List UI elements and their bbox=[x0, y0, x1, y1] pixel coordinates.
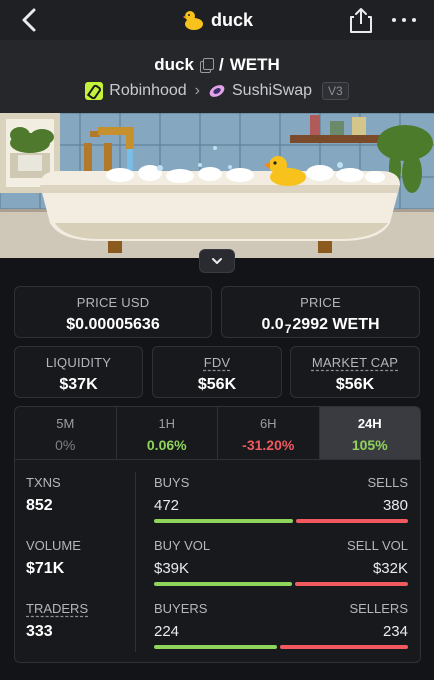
volume-label: VOLUME bbox=[26, 538, 81, 553]
price-native-zero-count: 7 bbox=[284, 322, 292, 336]
quote-token-symbol: WETH bbox=[229, 55, 280, 74]
robinhood-chain-icon bbox=[85, 82, 104, 100]
market-cap-label: MARKET CAP bbox=[311, 355, 399, 370]
token-title: duck bbox=[181, 8, 253, 32]
volume-value: $71K bbox=[26, 560, 65, 577]
buys-value: 472 bbox=[154, 497, 180, 514]
price-usd-label: PRICE USD bbox=[76, 295, 150, 310]
tab-label: 6H bbox=[259, 416, 277, 431]
more-dot bbox=[402, 18, 406, 22]
buys-sells-ratio-bar bbox=[154, 519, 408, 523]
buyers-sellers-row: BUYERS SELLERS 224 234 bbox=[154, 601, 408, 651]
pair-header: duck / WETH Robinhood › SushiSwap V3 bbox=[0, 40, 434, 113]
tab-change: -31.20% bbox=[242, 437, 295, 453]
tab-1h[interactable]: 1H 0.06% bbox=[117, 407, 218, 459]
share-icon bbox=[350, 8, 372, 33]
liquidity-label: LIQUIDITY bbox=[45, 355, 112, 370]
bathtub-duck-illustration bbox=[0, 113, 434, 258]
txns-value: 852 bbox=[26, 497, 53, 514]
fdv-label: FDV bbox=[203, 355, 231, 370]
buyers-label: BUYERS bbox=[154, 601, 208, 616]
price-native-suffix: 2992 WETH bbox=[292, 316, 380, 333]
more-dot bbox=[412, 18, 416, 22]
price-native-card: PRICE 0.072992 WETH bbox=[221, 286, 420, 338]
top-navigation-bar: duck bbox=[0, 0, 434, 40]
transactions-panel: 5M 0% 1H 0.06% 6H -31.20% 24H 105% TXNS … bbox=[14, 406, 421, 663]
price-native-value: 0.072992 WETH bbox=[222, 316, 419, 336]
expand-banner-button[interactable] bbox=[199, 249, 235, 273]
tab-label: 1H bbox=[158, 416, 176, 431]
sell-share-bar bbox=[279, 645, 408, 649]
tab-label: 5M bbox=[56, 416, 75, 431]
volume-ratio-bar bbox=[154, 582, 408, 586]
fdv-value: $56K bbox=[197, 376, 237, 393]
tab-5m[interactable]: 5M 0% bbox=[15, 407, 117, 459]
sells-label: SELLS bbox=[367, 475, 408, 490]
buyers-sellers-ratio-bar bbox=[154, 645, 408, 649]
copy-icon[interactable] bbox=[199, 58, 214, 73]
chain-dex-info: Robinhood › SushiSwap V3 bbox=[0, 82, 434, 100]
app-title-text: duck bbox=[210, 9, 253, 30]
dex-version-badge: V3 bbox=[322, 82, 349, 100]
txns-label: TXNS bbox=[26, 475, 61, 490]
txns-stat: TXNS 852 bbox=[26, 475, 136, 515]
fdv-card[interactable]: FDV $56K bbox=[152, 346, 282, 398]
buyers-value: 224 bbox=[154, 623, 180, 640]
pair-name: duck / WETH bbox=[0, 55, 434, 75]
tab-6h[interactable]: 6H -31.20% bbox=[218, 407, 320, 459]
buys-sells-row: BUYS SELLS 472 380 bbox=[154, 475, 408, 525]
traders-value: 333 bbox=[26, 623, 53, 640]
liquidity-card: LIQUIDITY $37K bbox=[14, 346, 143, 398]
market-cap-value: $56K bbox=[335, 376, 375, 393]
chevron-down-icon bbox=[212, 258, 222, 264]
share-button[interactable] bbox=[348, 6, 374, 34]
chevron-right-icon: › bbox=[194, 82, 200, 99]
sell-vol-label: SELL VOL bbox=[347, 538, 408, 553]
timeframe-tabs: 5M 0% 1H 0.06% 6H -31.20% 24H 105% bbox=[15, 407, 420, 460]
tab-change: 0.06% bbox=[146, 437, 187, 453]
sushiswap-icon bbox=[209, 85, 225, 97]
market-cap-card[interactable]: MARKET CAP $56K bbox=[290, 346, 420, 398]
tab-label: 24H bbox=[357, 416, 382, 431]
tab-24h[interactable]: 24H 105% bbox=[319, 407, 420, 459]
buy-vol-value: $39K bbox=[154, 560, 190, 577]
token-banner-image bbox=[0, 113, 434, 258]
sellers-value: 234 bbox=[382, 623, 408, 640]
pair-separator: / bbox=[218, 55, 224, 74]
column-divider bbox=[135, 472, 136, 652]
sells-value: 380 bbox=[382, 497, 408, 514]
traders-stat[interactable]: TRADERS 333 bbox=[26, 601, 136, 641]
buy-share-bar bbox=[154, 519, 294, 523]
sell-share-bar bbox=[296, 519, 408, 523]
price-native-prefix: 0.0 bbox=[261, 316, 284, 333]
buy-vol-label: BUY VOL bbox=[154, 538, 211, 553]
sellers-label: SELLERS bbox=[349, 601, 408, 616]
sell-share-bar bbox=[295, 582, 408, 586]
price-usd-card: PRICE USD $0.00005636 bbox=[14, 286, 212, 338]
buys-label: BUYS bbox=[154, 475, 190, 490]
chain-name[interactable]: Robinhood bbox=[109, 82, 186, 100]
price-usd-value: $0.00005636 bbox=[66, 316, 160, 333]
sell-vol-value: $32K bbox=[372, 560, 408, 577]
traders-label: TRADERS bbox=[26, 601, 89, 616]
duck-emoji-icon bbox=[182, 11, 203, 30]
base-token-symbol: duck bbox=[154, 55, 194, 74]
back-button[interactable] bbox=[14, 6, 44, 34]
buy-share-bar bbox=[154, 582, 293, 586]
more-options-button[interactable] bbox=[392, 12, 416, 28]
more-dot bbox=[392, 18, 396, 22]
volume-split-row: BUY VOL SELL VOL $39K $32K bbox=[154, 538, 408, 588]
tab-change: 0% bbox=[55, 437, 76, 453]
price-native-label: PRICE bbox=[300, 295, 341, 310]
volume-stat: VOLUME $71K bbox=[26, 538, 136, 578]
tab-change: 105% bbox=[351, 437, 388, 453]
dex-name[interactable]: SushiSwap bbox=[232, 82, 312, 100]
chevron-left-icon bbox=[22, 8, 36, 32]
liquidity-value: $37K bbox=[59, 376, 98, 393]
buy-share-bar bbox=[154, 645, 277, 649]
